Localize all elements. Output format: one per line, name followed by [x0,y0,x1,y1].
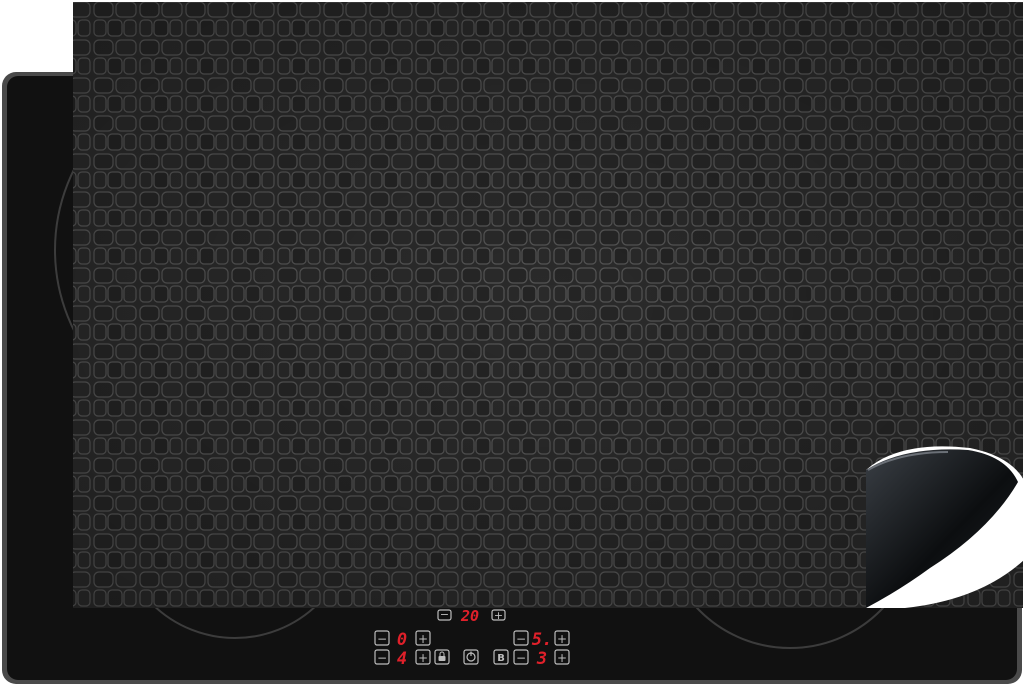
zone-right-top-display: 5. [532,630,552,650]
zone-right-bottom-plus-label: + [557,651,567,665]
zone-right-bottom-minus-label: − [516,651,526,665]
zone-left-bottom-plus-label: + [418,651,428,665]
zone-left-bottom-display: 4 [397,649,407,669]
timer-plus-label: + [494,609,503,622]
product-photo: − 20 + − 0 + − 5. + − 4 + B − 3 + [2,2,1024,684]
protector-mat [73,2,1024,608]
zone-right-top-minus-label: − [516,632,526,646]
zone-left-top-display: 0 [397,630,407,650]
zone-left-bottom-minus-label: − [377,651,387,665]
zone-right-top-plus-label: + [557,632,567,646]
zone-right-bottom-display: 3 [536,649,547,669]
zone-left-top-plus-label: + [418,632,428,646]
zone-left-top-minus-label: − [377,632,387,646]
timer-display: 20 [460,607,479,625]
timer-minus-label: − [440,608,449,621]
boost-label: B [497,653,505,664]
